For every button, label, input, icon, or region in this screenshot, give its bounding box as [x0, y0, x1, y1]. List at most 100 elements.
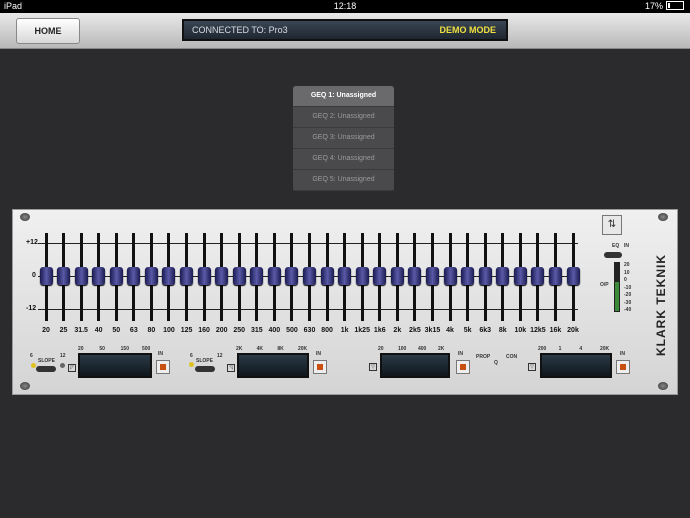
param1-in-label: IN [458, 351, 463, 357]
slider-knob-12k5[interactable] [531, 267, 545, 285]
slider-knob-8k[interactable] [496, 267, 510, 285]
scale-label-top: +12 [26, 239, 38, 246]
meter-tick-label: -20 [624, 292, 632, 298]
slider-knob-10k[interactable] [513, 267, 527, 285]
filter-scale-label: 4K [256, 346, 264, 352]
slider-knob-200[interactable] [215, 267, 229, 285]
top-bar: HOME CONNECTED TO: Pro3 DEMO MODE [0, 13, 690, 49]
lpf-icon: ◹ [227, 364, 235, 372]
filter-scale-label: 100 [398, 346, 407, 352]
filter-scale-label: 8K [277, 346, 284, 352]
slider-knob-1k6[interactable] [373, 267, 387, 285]
scale-label-bottom: -12 [26, 305, 37, 312]
lpf-slope-6: 6 [190, 353, 193, 359]
slider-knob-125[interactable] [180, 267, 194, 285]
hpf-in-label: IN [158, 351, 163, 357]
param2-in-button[interactable] [616, 360, 630, 374]
filter-scale-label: 4 [579, 346, 583, 352]
meter-tick-label: 10 [624, 269, 630, 276]
slider-knob-100[interactable] [162, 267, 176, 285]
slider-knob-500[interactable] [285, 267, 299, 285]
filter-scale-label: 50 [99, 346, 105, 352]
con-label: CON [506, 354, 518, 360]
meter-tick-label: 20 [624, 262, 630, 268]
lpf-slope-button[interactable] [195, 366, 215, 372]
param1-icon: ▽ [369, 363, 377, 371]
geq-menu-item[interactable]: GEQ 4: Unassigned [293, 149, 394, 170]
param2-icon: ▽ [528, 363, 536, 371]
slider-knob-20[interactable] [39, 267, 53, 285]
clock: 12:18 [333, 1, 357, 11]
slider-knob-40[interactable] [92, 267, 106, 285]
slider-knob-3k15[interactable] [425, 267, 439, 285]
demo-mode-label: DEMO MODE [439, 25, 496, 35]
screw-icon [20, 382, 30, 390]
meter-tick-label: -40 [624, 307, 632, 313]
geq-menu-item[interactable]: GEQ 1: Unassigned [293, 86, 394, 107]
slider-knob-4k[interactable] [443, 267, 457, 285]
eq-in-button[interactable] [604, 252, 622, 258]
filter-scale-label: 20 [78, 346, 84, 352]
brand-logo: KLARK TEKNIK [654, 254, 668, 356]
slider-knob-50[interactable] [109, 267, 123, 285]
hpf-slope-button[interactable] [36, 366, 56, 372]
slider-knob-31.5[interactable] [74, 267, 88, 285]
hpf-icon: ◸ [68, 364, 76, 372]
eq-label: EQ [612, 243, 620, 249]
status-bar: iPad 12:18 17% [0, 0, 690, 13]
filter-scale-label: 2K [236, 346, 243, 352]
filter-scale-label: 400 [418, 346, 427, 352]
hpf-slope-12: 12 [60, 353, 66, 359]
output-meter [614, 262, 620, 312]
slider-knob-2k5[interactable] [408, 267, 422, 285]
param2-in-label: IN [620, 351, 625, 357]
hpf-slope-led [60, 363, 65, 368]
meter-tick-label: -30 [624, 299, 632, 306]
slider-knob-1k[interactable] [338, 267, 352, 285]
lpf-in-label: IN [316, 351, 321, 357]
hpf-in-button[interactable] [156, 360, 170, 374]
slider-knob-400[interactable] [267, 267, 281, 285]
slider-knob-20k[interactable] [566, 267, 580, 285]
op-label: O/P [600, 282, 609, 288]
slider-knob-25[interactable] [57, 267, 71, 285]
param1-in-button[interactable] [456, 360, 470, 374]
filter-scale-label: 2K [438, 346, 445, 352]
battery-status: 17% [645, 1, 684, 11]
filter-scale-label: 20K [298, 346, 308, 352]
slider-knob-6k3[interactable] [478, 267, 492, 285]
slider-knob-800[interactable] [320, 267, 334, 285]
param1-display[interactable] [380, 353, 450, 378]
param2-display[interactable] [540, 353, 612, 378]
lpf-display[interactable] [237, 353, 309, 378]
slider-knob-160[interactable] [197, 267, 211, 285]
meter-tick-label: -10 [624, 284, 632, 291]
hpf-display[interactable] [78, 353, 152, 378]
slider-knob-5k[interactable] [461, 267, 475, 285]
sort-icon[interactable]: ⇅ [602, 215, 622, 235]
lpf-in-button[interactable] [313, 360, 327, 374]
home-button[interactable]: HOME [16, 18, 80, 44]
connected-label: CONNECTED TO: Pro3 [192, 25, 288, 35]
eq-in-label: IN [624, 243, 629, 249]
geq-menu-item[interactable]: GEQ 2: Unassigned [293, 107, 394, 128]
geq-menu-item[interactable]: GEQ 5: Unassigned [293, 170, 394, 191]
slider-knob-315[interactable] [250, 267, 264, 285]
slider-knob-80[interactable] [144, 267, 158, 285]
slider-knob-2k[interactable] [390, 267, 404, 285]
prop-label: PROP [476, 354, 491, 360]
lpf-slope-led [189, 362, 194, 367]
slider-knob-630[interactable] [303, 267, 316, 285]
slider-knob-1k25[interactable] [355, 267, 369, 285]
q-label: Q [494, 360, 498, 366]
screw-icon [20, 213, 30, 221]
slider-knob-250[interactable] [232, 267, 246, 285]
slider-knob-16k[interactable] [548, 267, 562, 285]
geq-menu-item[interactable]: GEQ 3: Unassigned [293, 128, 394, 149]
slider-knob-63[interactable] [127, 267, 141, 285]
filter-scale-label: 500 [142, 346, 151, 352]
filter-scale-label: 200 [538, 346, 547, 352]
lpf-slope-12: 12 [217, 353, 223, 359]
filter-scale-label: 20K [600, 346, 610, 352]
screw-icon [658, 213, 668, 221]
